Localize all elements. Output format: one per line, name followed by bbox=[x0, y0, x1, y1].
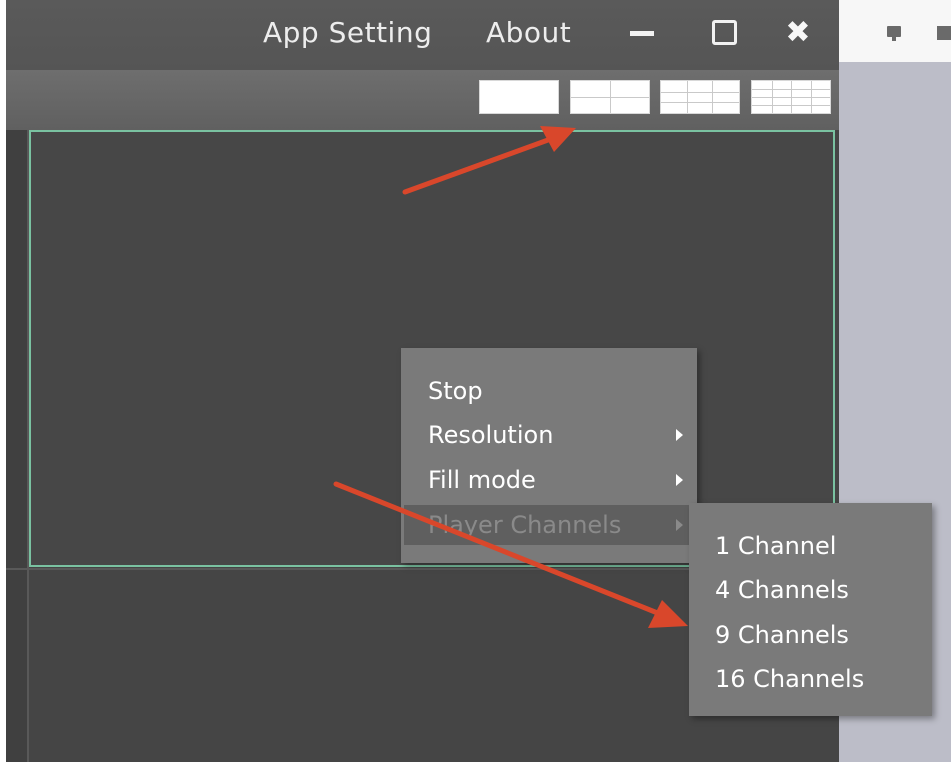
close-button[interactable]: ✖ bbox=[776, 14, 820, 52]
minimize-button[interactable] bbox=[620, 14, 664, 52]
monitor-icon[interactable] bbox=[887, 26, 901, 41]
menu-item-resolution[interactable]: Resolution bbox=[401, 415, 697, 455]
menu-item-label: Resolution bbox=[428, 421, 554, 449]
submenu-item-16-channels[interactable]: 16 Channels bbox=[715, 659, 864, 699]
left-strip bbox=[6, 130, 28, 762]
submenu-arrow-icon bbox=[676, 519, 683, 531]
layout-4-channel-button[interactable] bbox=[570, 80, 650, 114]
menu-item-label: Player Channels bbox=[428, 511, 622, 539]
submenu-item-1-channel[interactable]: 1 Channel bbox=[715, 526, 836, 566]
layout-1-channel-button[interactable] bbox=[479, 80, 559, 114]
menu-item-fill-mode[interactable]: Fill mode bbox=[401, 460, 697, 500]
submenu-item-9-channels[interactable]: 9 Channels bbox=[715, 615, 849, 655]
submenu-arrow-icon bbox=[676, 429, 683, 441]
menu-item-stop[interactable]: Stop bbox=[401, 371, 697, 411]
menu-about[interactable]: About bbox=[486, 16, 571, 49]
toolbar bbox=[6, 70, 839, 130]
close-icon: ✖ bbox=[785, 15, 811, 50]
menu-item-label: Fill mode bbox=[428, 466, 536, 494]
submenu-arrow-icon bbox=[676, 474, 683, 486]
maximize-button[interactable] bbox=[700, 14, 744, 52]
layout-9-channel-button[interactable] bbox=[660, 80, 740, 114]
maximize-icon bbox=[712, 20, 737, 45]
menu-item-player-channels[interactable]: Player Channels bbox=[404, 505, 692, 545]
title-bar: App Setting About ✖ bbox=[6, 0, 839, 70]
menu-item-label: Stop bbox=[428, 377, 483, 405]
player-channels-submenu: 1 Channel 4 Channels 9 Channels 16 Chann… bbox=[689, 503, 932, 716]
submenu-item-4-channels[interactable]: 4 Channels bbox=[715, 570, 849, 610]
context-menu: Stop Resolution Fill mode Player Channel… bbox=[401, 348, 697, 563]
menu-app-setting[interactable]: App Setting bbox=[263, 16, 432, 49]
minimize-icon bbox=[630, 31, 654, 36]
square-icon[interactable] bbox=[937, 26, 951, 40]
side-panel-header bbox=[839, 0, 951, 62]
layout-16-channel-button[interactable] bbox=[751, 80, 831, 114]
